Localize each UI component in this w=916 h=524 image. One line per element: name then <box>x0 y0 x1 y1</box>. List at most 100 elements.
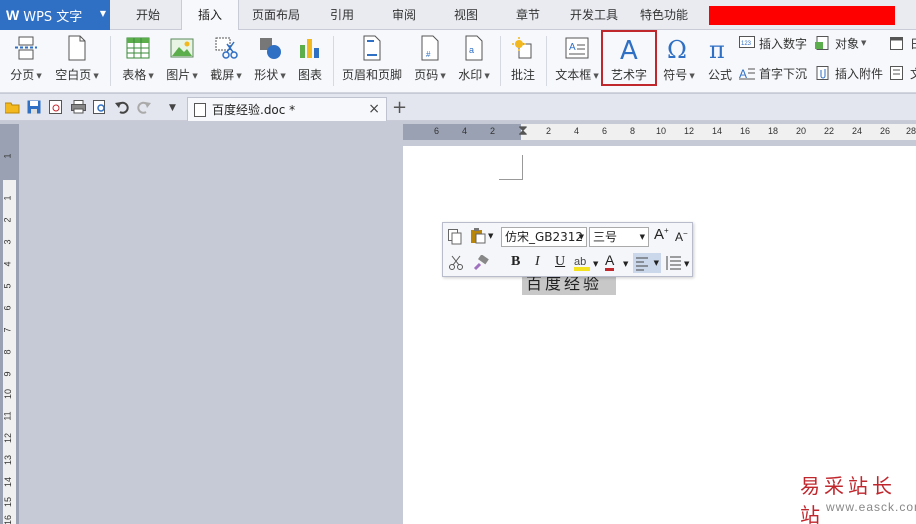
open-folder-icon[interactable] <box>4 100 20 115</box>
text-box-icon: A <box>564 34 590 62</box>
ruler-tick: 4 <box>462 126 468 136</box>
ruler-tick: 6 <box>602 126 608 136</box>
insert-number-label: 插入数字 <box>759 36 808 51</box>
font-family-select[interactable]: 仿宋_GB2312 ▼ <box>501 227 587 247</box>
screenshot-label: 截屏 <box>210 68 235 82</box>
line-spacing-dropdown-icon[interactable]: ▼ <box>684 260 689 268</box>
ruler-tick: 12 <box>684 126 695 136</box>
tab-review[interactable]: 审阅 <box>380 0 428 30</box>
ruler-tick: 4 <box>574 126 580 136</box>
font-color-dropdown-icon[interactable]: ▼ <box>623 260 628 268</box>
ruler-tick: 2 <box>490 126 496 136</box>
ruler-tick: 3 <box>2 239 13 245</box>
shape-label: 形状 <box>254 68 279 82</box>
underline-button[interactable]: U <box>555 254 565 270</box>
page-break-icon <box>13 34 39 62</box>
ruler-tick: 9 <box>2 371 13 377</box>
header-footer-label: 页眉和页脚 <box>341 68 402 82</box>
object-button[interactable]: 对象 ▼ <box>815 33 866 53</box>
ruler-tick: 5 <box>2 283 13 289</box>
ruler-tick: 13 <box>3 454 14 466</box>
format-painter-icon[interactable] <box>473 254 489 274</box>
svg-text:Ω: Ω <box>667 36 687 61</box>
ruler-tick: 6 <box>2 305 13 311</box>
comment-button[interactable]: 批注 <box>506 32 540 88</box>
ruler-tick: 1 <box>2 153 13 159</box>
blank-page-button[interactable]: 空白页 ▼ <box>52 32 102 88</box>
print-icon[interactable] <box>71 100 86 115</box>
highlight-dropdown-icon[interactable]: ▼ <box>593 260 598 268</box>
symbol-button[interactable]: Ω 符号 ▼ <box>660 32 698 88</box>
ruler-tick: 11 <box>2 411 13 421</box>
svg-text:A: A <box>569 42 576 53</box>
screenshot-button[interactable]: 截屏 ▼ <box>206 32 246 88</box>
tab-page-layout[interactable]: 页面布局 <box>244 0 308 30</box>
app-menu-button[interactable]: W WPS 文字 ▼ <box>0 0 110 30</box>
shapes-icon <box>257 34 283 62</box>
tab-developer[interactable]: 开发工具 <box>564 0 624 30</box>
tab-chapter[interactable]: 章节 <box>504 0 552 30</box>
new-tab-icon[interactable]: + <box>392 97 407 118</box>
ruler-tick: 26 <box>880 126 891 136</box>
insert-number-button[interactable]: 123 插入数字 <box>739 33 807 53</box>
text-button[interactable]: 文 <box>890 63 916 83</box>
font-size-select[interactable]: 三号 ▼ <box>589 227 649 247</box>
header-footer-button[interactable]: 页眉和页脚 <box>340 32 404 88</box>
horizontal-ruler[interactable]: 6 4 2 ⧗ 2 4 6 8 10 12 14 16 18 20 22 24 … <box>403 122 916 140</box>
paperclip-icon <box>815 66 831 80</box>
italic-button[interactable]: I <box>535 254 540 270</box>
line-spacing-icon[interactable] <box>665 255 683 274</box>
redo-icon[interactable] <box>137 100 152 115</box>
date-button[interactable]: 日 <box>890 33 916 53</box>
watermark-icon: a <box>461 34 487 62</box>
grow-font-icon[interactable]: A+ <box>654 226 669 243</box>
copy-icon[interactable] <box>448 229 462 248</box>
table-label: 表格 <box>122 68 147 82</box>
page-number-button[interactable]: # 页码 ▼ <box>410 32 450 88</box>
tab-references[interactable]: 引用 <box>318 0 366 30</box>
table-button[interactable]: 表格 ▼ <box>118 32 158 88</box>
document-tab-name: 百度经验.doc * <box>212 103 296 117</box>
blank-page-icon <box>64 34 90 62</box>
tab-special[interactable]: 特色功能 <box>634 0 694 30</box>
bold-button[interactable]: B <box>511 254 520 270</box>
tab-home[interactable]: 开始 <box>124 0 172 30</box>
drop-cap-button[interactable]: A 首字下沉 <box>739 63 807 83</box>
page-break-button[interactable]: 分页 ▼ <box>6 32 46 88</box>
insert-attachment-button[interactable]: 插入附件 <box>815 63 883 83</box>
ruler-tick: 24 <box>852 126 863 136</box>
customize-dropdown-icon[interactable]: ▼ <box>169 103 184 118</box>
shape-button[interactable]: 形状 ▼ <box>250 32 290 88</box>
undo-icon[interactable] <box>115 100 130 115</box>
save-icon[interactable] <box>27 100 42 115</box>
cut-icon[interactable] <box>449 255 463 274</box>
shrink-font-icon[interactable]: A− <box>675 229 688 244</box>
picture-label: 图片 <box>166 68 191 82</box>
text-box-button[interactable]: A 文本框 ▼ <box>553 32 601 88</box>
text-label: 文 <box>910 65 916 82</box>
align-left-button[interactable]: ▼ <box>633 253 661 273</box>
ruler-tick: 2 <box>546 126 552 136</box>
tab-view[interactable]: 视图 <box>442 0 490 30</box>
export-pdf-icon[interactable] <box>49 100 64 115</box>
date-icon <box>890 36 906 50</box>
watermark-button[interactable]: a 水印 ▼ <box>454 32 494 88</box>
svg-text:π: π <box>709 36 725 61</box>
formula-button[interactable]: π 公式 <box>704 32 736 88</box>
vertical-ruler[interactable]: 1 1 2 3 4 5 6 7 8 9 10 11 12 13 14 15 16 <box>0 124 19 524</box>
picture-button[interactable]: 图片 ▼ <box>162 32 202 88</box>
document-tab[interactable]: 百度经验.doc * × <box>187 97 387 121</box>
chart-button[interactable]: 图表 <box>294 32 326 88</box>
ruler-indent-marker-icon[interactable]: ⧗ <box>518 122 528 139</box>
font-color-button[interactable]: A <box>605 252 615 271</box>
print-preview-icon[interactable] <box>93 100 108 115</box>
scissors-icon <box>213 34 239 62</box>
paste-dropdown-icon[interactable]: ▼ <box>488 232 493 240</box>
document-page[interactable] <box>403 146 916 524</box>
tab-insert[interactable]: 插入 <box>181 0 239 31</box>
highlight-icon[interactable]: ab <box>574 254 590 275</box>
page-number-label: 页码 <box>414 68 439 82</box>
wps-logo-icon: W <box>6 7 20 23</box>
paste-icon[interactable] <box>470 228 486 247</box>
close-icon[interactable]: × <box>368 101 380 117</box>
